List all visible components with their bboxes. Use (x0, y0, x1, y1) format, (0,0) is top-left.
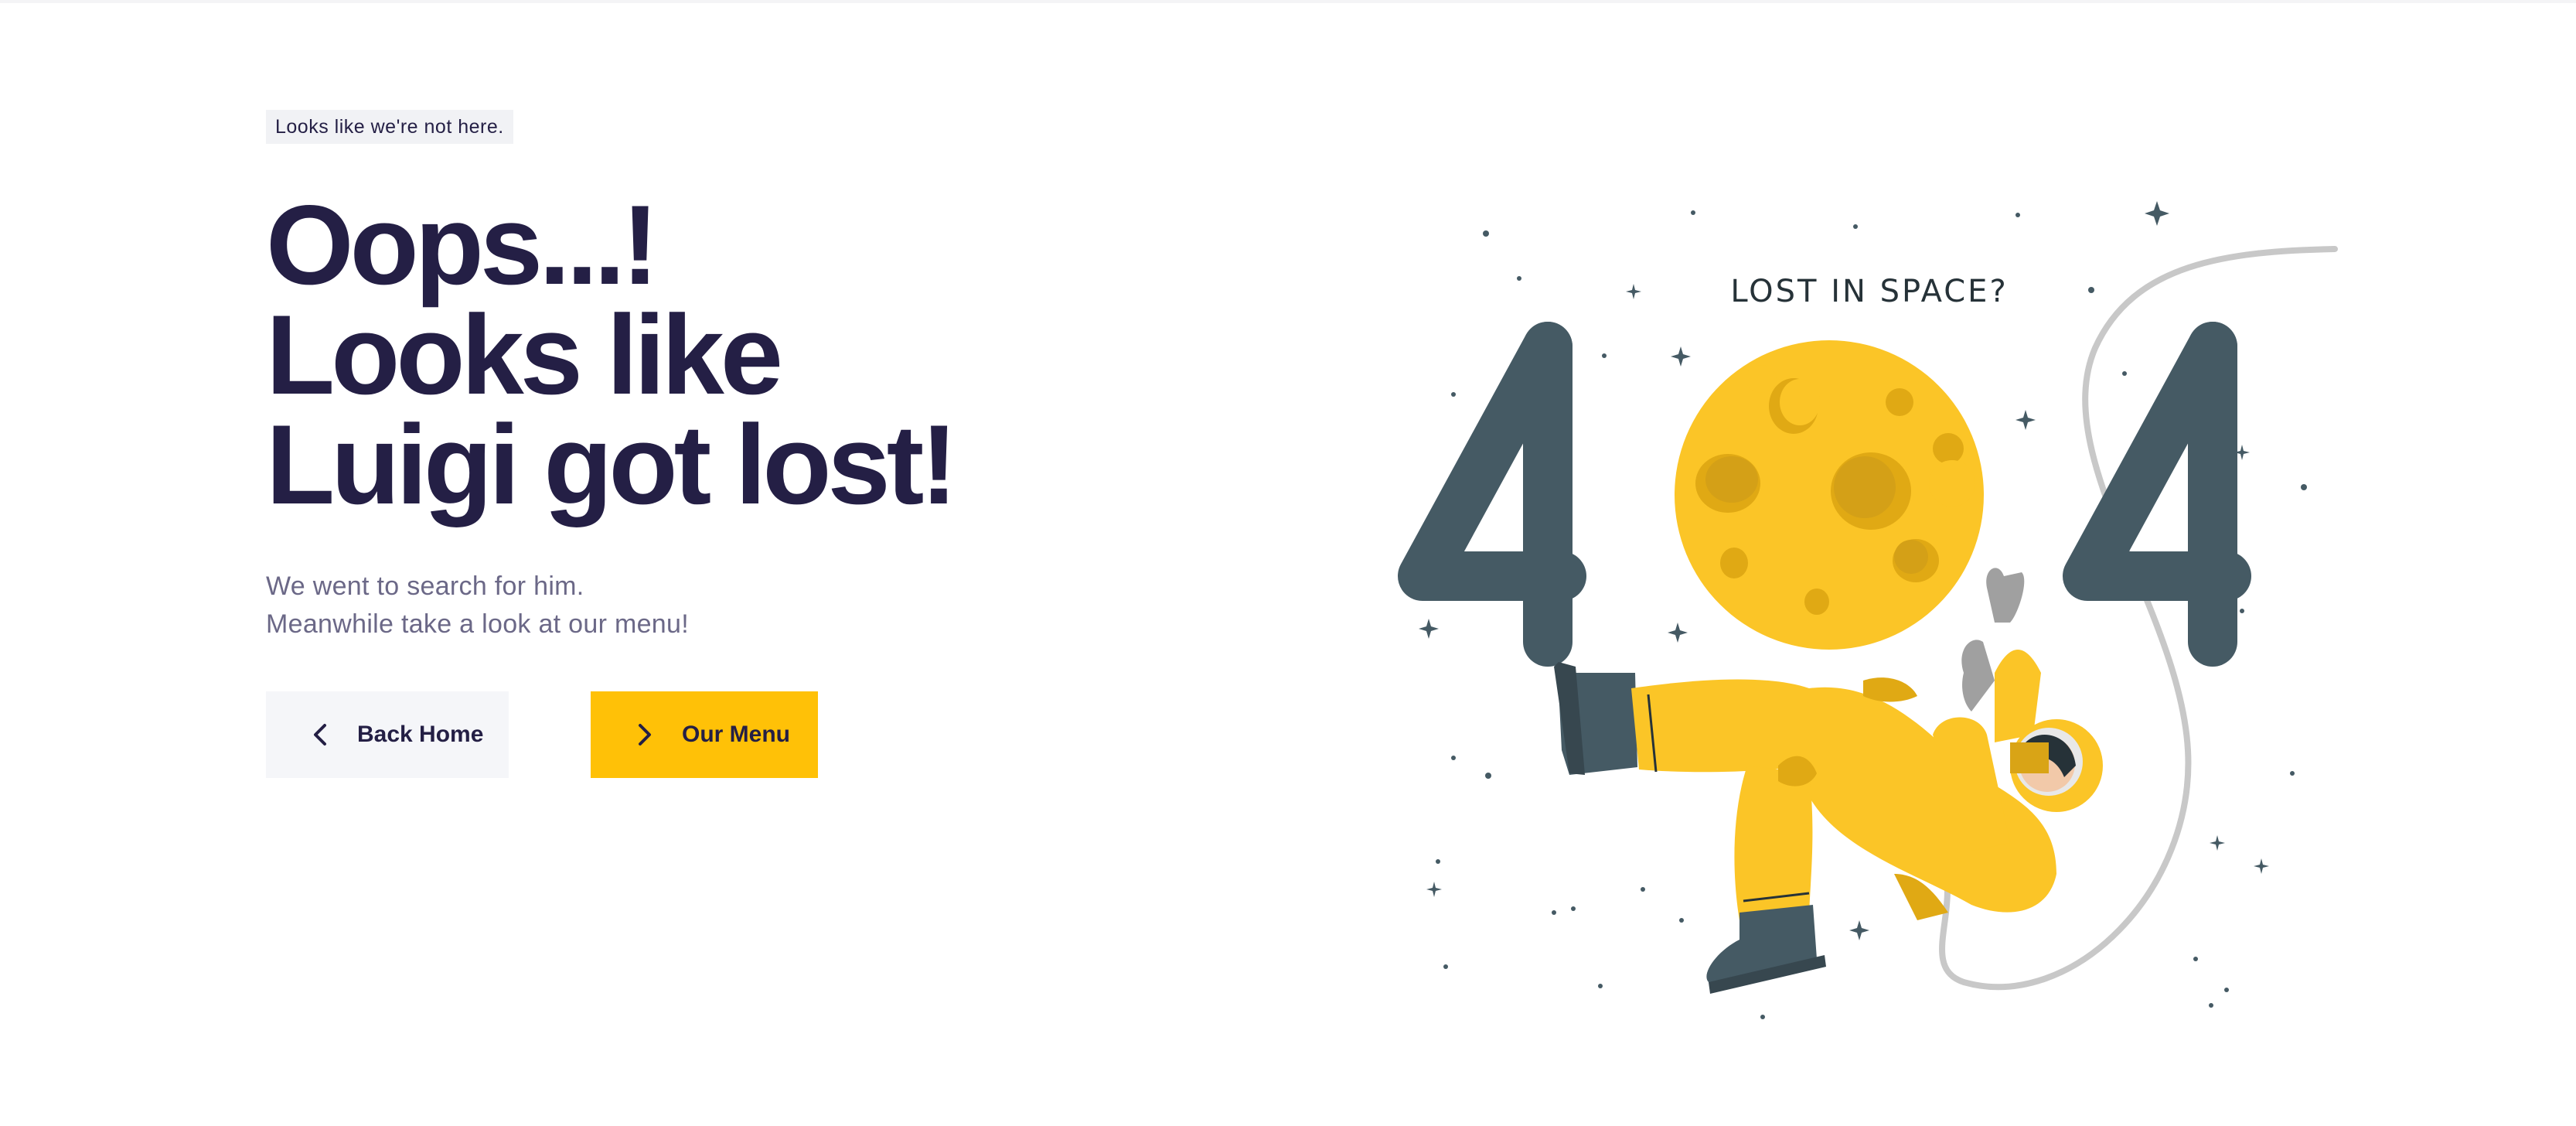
subtext-line-2: Meanwhile take a look at our menu! (266, 609, 689, 639)
digit-four-right (2063, 322, 2251, 667)
chevron-right-icon (629, 719, 660, 750)
digit-four-left (1398, 322, 1586, 667)
astronaut-moon-404-illustration: LOST IN SPACE? (1376, 178, 2350, 1044)
page-title: Oops...! Looks like Luigi got lost! (266, 182, 1194, 527)
illustration-caption: LOST IN SPACE? (1730, 274, 2009, 309)
back-home-label: Back Home (357, 722, 484, 747)
button-group: Back Home Our Menu (266, 691, 1039, 778)
headline-line-1: Oops...! (266, 182, 659, 308)
subtext: We went to search for him. Meanwhile tak… (266, 568, 1194, 643)
headline-line-3: Luigi got lost! (266, 401, 958, 527)
eyebrow-label: Looks like we're not here. (266, 110, 513, 144)
chevron-left-icon (305, 719, 336, 750)
moon (1675, 340, 1984, 650)
headline-line-2: Looks like (266, 292, 783, 418)
hero-section: Looks like we're not here. Oops...! Look… (266, 110, 1194, 778)
our-menu-button[interactable]: Our Menu (591, 691, 818, 778)
subtext-line-1: We went to search for him. (266, 572, 584, 601)
back-home-button[interactable]: Back Home (266, 691, 509, 778)
our-menu-label: Our Menu (682, 722, 790, 747)
top-border (0, 0, 2576, 3)
